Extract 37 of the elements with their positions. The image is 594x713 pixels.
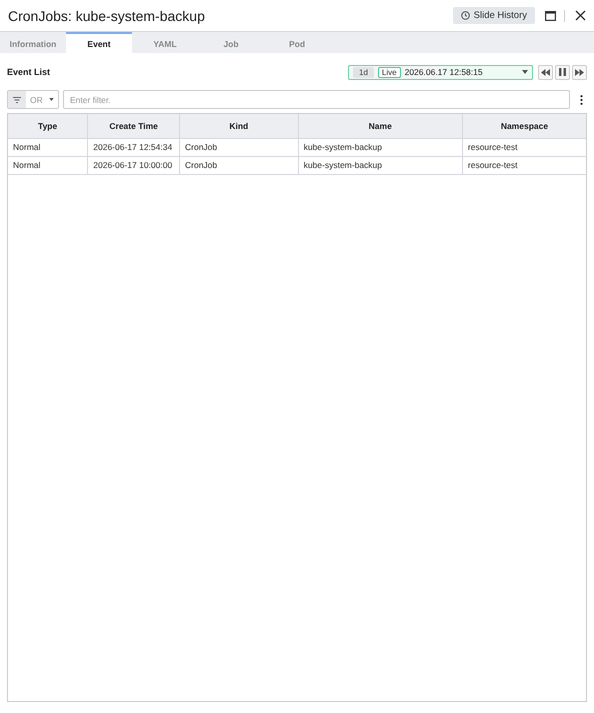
column-header[interactable]: Type bbox=[8, 114, 88, 138]
column-header[interactable]: Name bbox=[298, 114, 462, 138]
table-cell: kube-system-backup bbox=[298, 156, 462, 174]
column-header[interactable]: Create Time bbox=[88, 114, 180, 138]
table-cell: resource-test bbox=[462, 138, 586, 156]
timestamp: 2026.06.17 12:58:15 bbox=[404, 67, 484, 77]
column-header[interactable]: Kind bbox=[180, 114, 298, 138]
range-tag[interactable]: 1d bbox=[353, 66, 374, 78]
fast-forward-icon bbox=[575, 68, 584, 76]
maximize-button[interactable] bbox=[545, 10, 556, 20]
fast-forward-button[interactable] bbox=[572, 64, 587, 80]
table-cell: 2026-06-17 10:00:00 bbox=[88, 156, 180, 174]
filter-input[interactable]: Enter filter. bbox=[63, 90, 570, 109]
section-title: Event List bbox=[7, 67, 52, 77]
filter-icon bbox=[13, 96, 21, 102]
slide-history-button[interactable]: Slide History bbox=[452, 7, 535, 24]
table-cell: kube-system-backup bbox=[298, 138, 462, 156]
tab[interactable]: Event bbox=[66, 32, 132, 53]
table-cell: Normal bbox=[8, 138, 88, 156]
close-button[interactable] bbox=[575, 10, 586, 21]
live-tag[interactable]: Live bbox=[378, 66, 401, 78]
more-options-icon[interactable] bbox=[580, 94, 583, 104]
pause-button[interactable] bbox=[555, 64, 570, 80]
time-select[interactable]: 1d Live 2026.06.17 12:58:15 bbox=[348, 64, 533, 80]
rewind-button[interactable] bbox=[538, 64, 553, 80]
table-cell: Normal bbox=[8, 156, 88, 174]
rewind-icon bbox=[541, 68, 550, 76]
window-title: CronJobs: kube-system-backup bbox=[8, 8, 206, 24]
column-header[interactable]: Namespace bbox=[462, 114, 586, 138]
table-cell: 2026-06-17 12:54:34 bbox=[88, 138, 180, 156]
pause-icon bbox=[559, 68, 566, 76]
table-cell: resource-test bbox=[462, 156, 586, 174]
caret-icon bbox=[49, 98, 54, 101]
clock-icon bbox=[460, 11, 470, 20]
table-cell: CronJob bbox=[180, 156, 298, 174]
table-cell: CronJob bbox=[180, 138, 298, 156]
caret-icon bbox=[522, 70, 528, 74]
